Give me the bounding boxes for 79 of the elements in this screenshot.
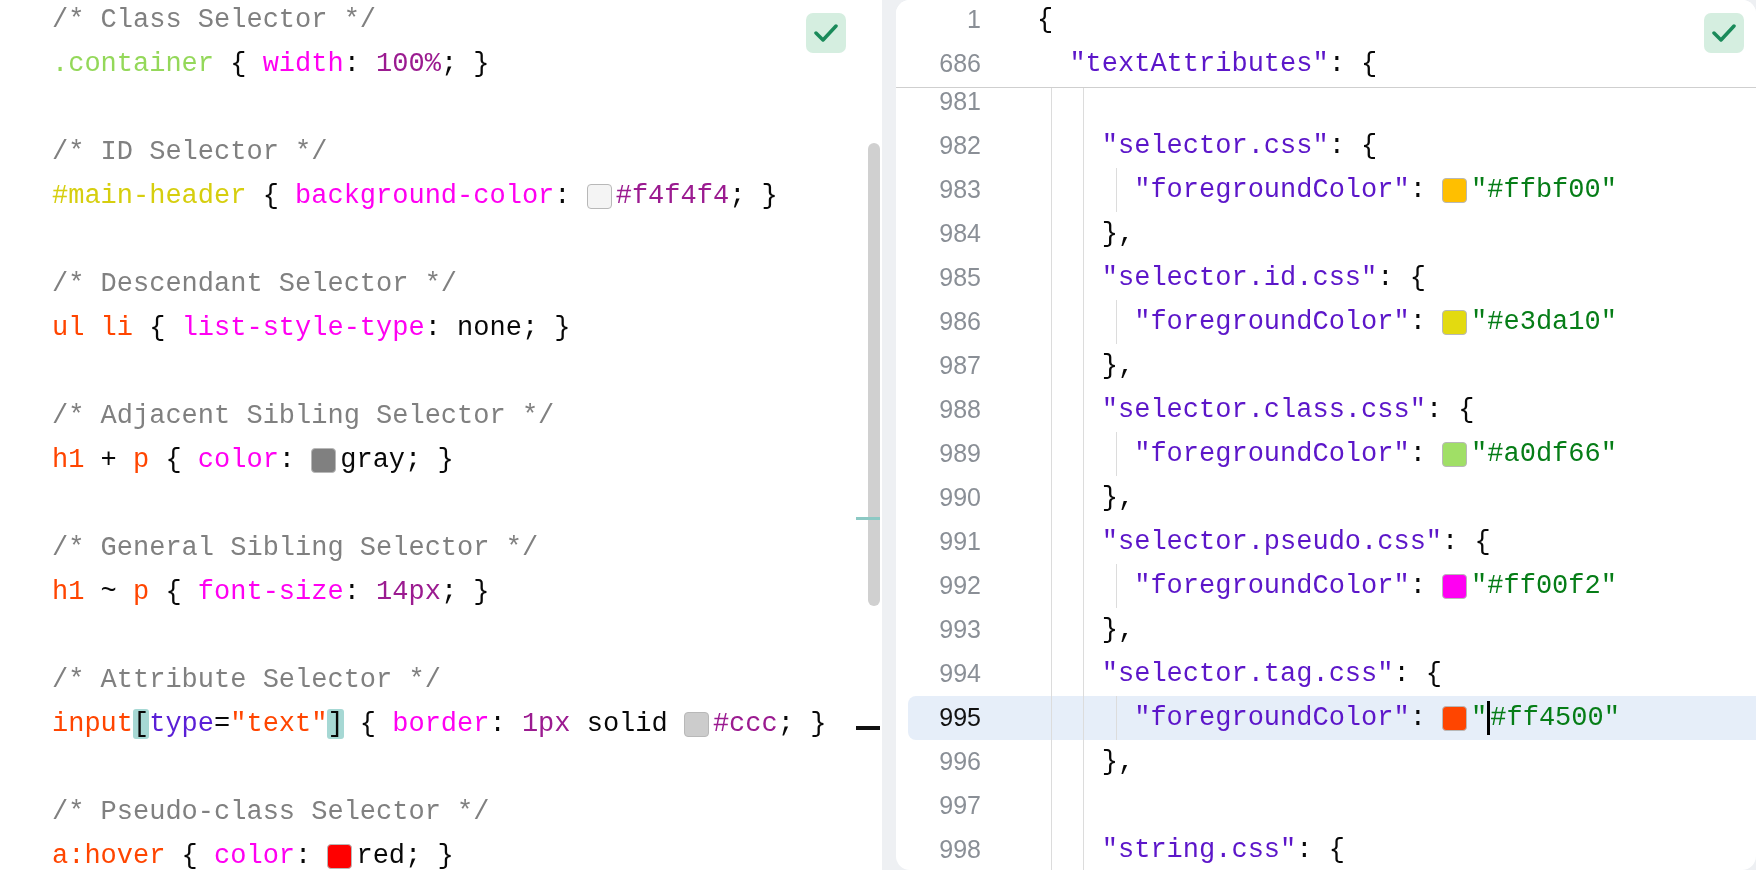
line-number: 988	[938, 394, 981, 426]
line-number: 994	[938, 658, 981, 690]
color-swatch[interactable]	[1442, 573, 1468, 599]
code-text: },	[1100, 217, 1135, 251]
code-comment: /* Class Selector */	[52, 3, 377, 37]
code-text: "selector.class.css": {	[1100, 393, 1475, 427]
code-text: "foregroundColor":	[1133, 701, 1427, 735]
code-text: "selector.css": {	[1100, 129, 1378, 163]
line-number: 686	[938, 48, 981, 80]
code-comment: /* Descendant Selector */	[52, 267, 458, 301]
color-swatch[interactable]	[1442, 309, 1468, 335]
code-text: },	[1100, 349, 1135, 383]
code-text: input[type="text"] { border: 1px solid	[52, 707, 669, 741]
code-text: red; }	[356, 839, 454, 870]
line-number: 993	[938, 614, 981, 646]
code-text: "textAttributes": {	[1068, 47, 1378, 81]
code-text: "selector.id.css": {	[1100, 261, 1426, 295]
line-number: 991	[938, 526, 981, 558]
code-text: "#ffbf00"	[1471, 173, 1617, 207]
code-comment: /* Attribute Selector */	[52, 663, 441, 697]
scrollbar-marker	[856, 726, 880, 730]
line-number: 986	[938, 306, 981, 338]
code-text: "	[1471, 701, 1488, 735]
line-number: 982	[938, 130, 981, 162]
check-icon	[1712, 23, 1736, 43]
code-text: gray; }	[340, 443, 454, 477]
code-text: .container { width: 100%; }	[52, 47, 490, 81]
code-text: a:hover { color:	[52, 839, 313, 870]
line-number: 985	[938, 262, 981, 294]
color-swatch[interactable]	[311, 447, 337, 473]
line-number: 989	[938, 438, 981, 470]
code-text: "selector.tag.css": {	[1100, 657, 1443, 691]
line-number: 998	[938, 834, 981, 866]
inspection-status-button[interactable]	[806, 13, 846, 53]
text-cursor	[1487, 701, 1491, 735]
scrollbar-thumb[interactable]	[868, 143, 880, 606]
code-comment: /* General Sibling Selector */	[52, 531, 539, 565]
code-text: {	[1037, 3, 1054, 37]
code-text: h1 + p { color:	[52, 443, 297, 477]
code-text: },	[1100, 745, 1135, 779]
code-text: "selector.pseudo.css": {	[1100, 525, 1491, 559]
line-number: 992	[938, 570, 981, 602]
color-swatch[interactable]	[1442, 705, 1468, 731]
check-icon	[814, 23, 838, 43]
code-comment: /* Pseudo-class Selector */	[52, 795, 490, 829]
code-text: #f4f4f4; }	[615, 179, 778, 213]
code-text: ul li { list-style-type: none; }	[52, 311, 571, 345]
line-number: 983	[938, 174, 981, 206]
line-number: 981	[938, 88, 981, 118]
color-swatch[interactable]	[586, 183, 612, 209]
line-number: 997	[938, 790, 981, 822]
line-number: 996	[938, 746, 981, 778]
code-text: "#a0df66"	[1471, 437, 1617, 471]
code-text: "#e3da10"	[1471, 305, 1617, 339]
line-number: 990	[938, 482, 981, 514]
code-text: #ccc; }	[712, 707, 827, 741]
color-swatch[interactable]	[1442, 441, 1468, 467]
code-text: "foregroundColor":	[1133, 305, 1427, 339]
line-number: 984	[938, 218, 981, 250]
color-swatch[interactable]	[327, 843, 353, 869]
inspection-status-button[interactable]	[1704, 13, 1744, 53]
code-text: h1 ~ p { font-size: 14px; }	[52, 575, 490, 609]
code-text: "string.css": {	[1100, 833, 1345, 867]
line-number: 995	[938, 702, 981, 734]
code-text: },	[1100, 481, 1135, 515]
scrollbar-marker	[856, 517, 880, 520]
code-text: },	[1100, 613, 1135, 647]
code-text: "foregroundColor":	[1133, 437, 1427, 471]
code-text: "foregroundColor":	[1133, 173, 1427, 207]
code-comment: /* ID Selector */	[52, 135, 328, 169]
color-swatch[interactable]	[1442, 177, 1468, 203]
code-text: #ff4500"	[1490, 701, 1620, 735]
line-number: 987	[938, 350, 981, 382]
code-comment: /* Adjacent Sibling Selector */	[52, 399, 555, 433]
color-swatch[interactable]	[683, 711, 709, 737]
code-text: #main-header { background-color:	[52, 179, 572, 213]
code-text: "#ff00f2"	[1471, 569, 1617, 603]
line-number: 1	[966, 4, 981, 36]
code-text: "foregroundColor":	[1133, 569, 1427, 603]
